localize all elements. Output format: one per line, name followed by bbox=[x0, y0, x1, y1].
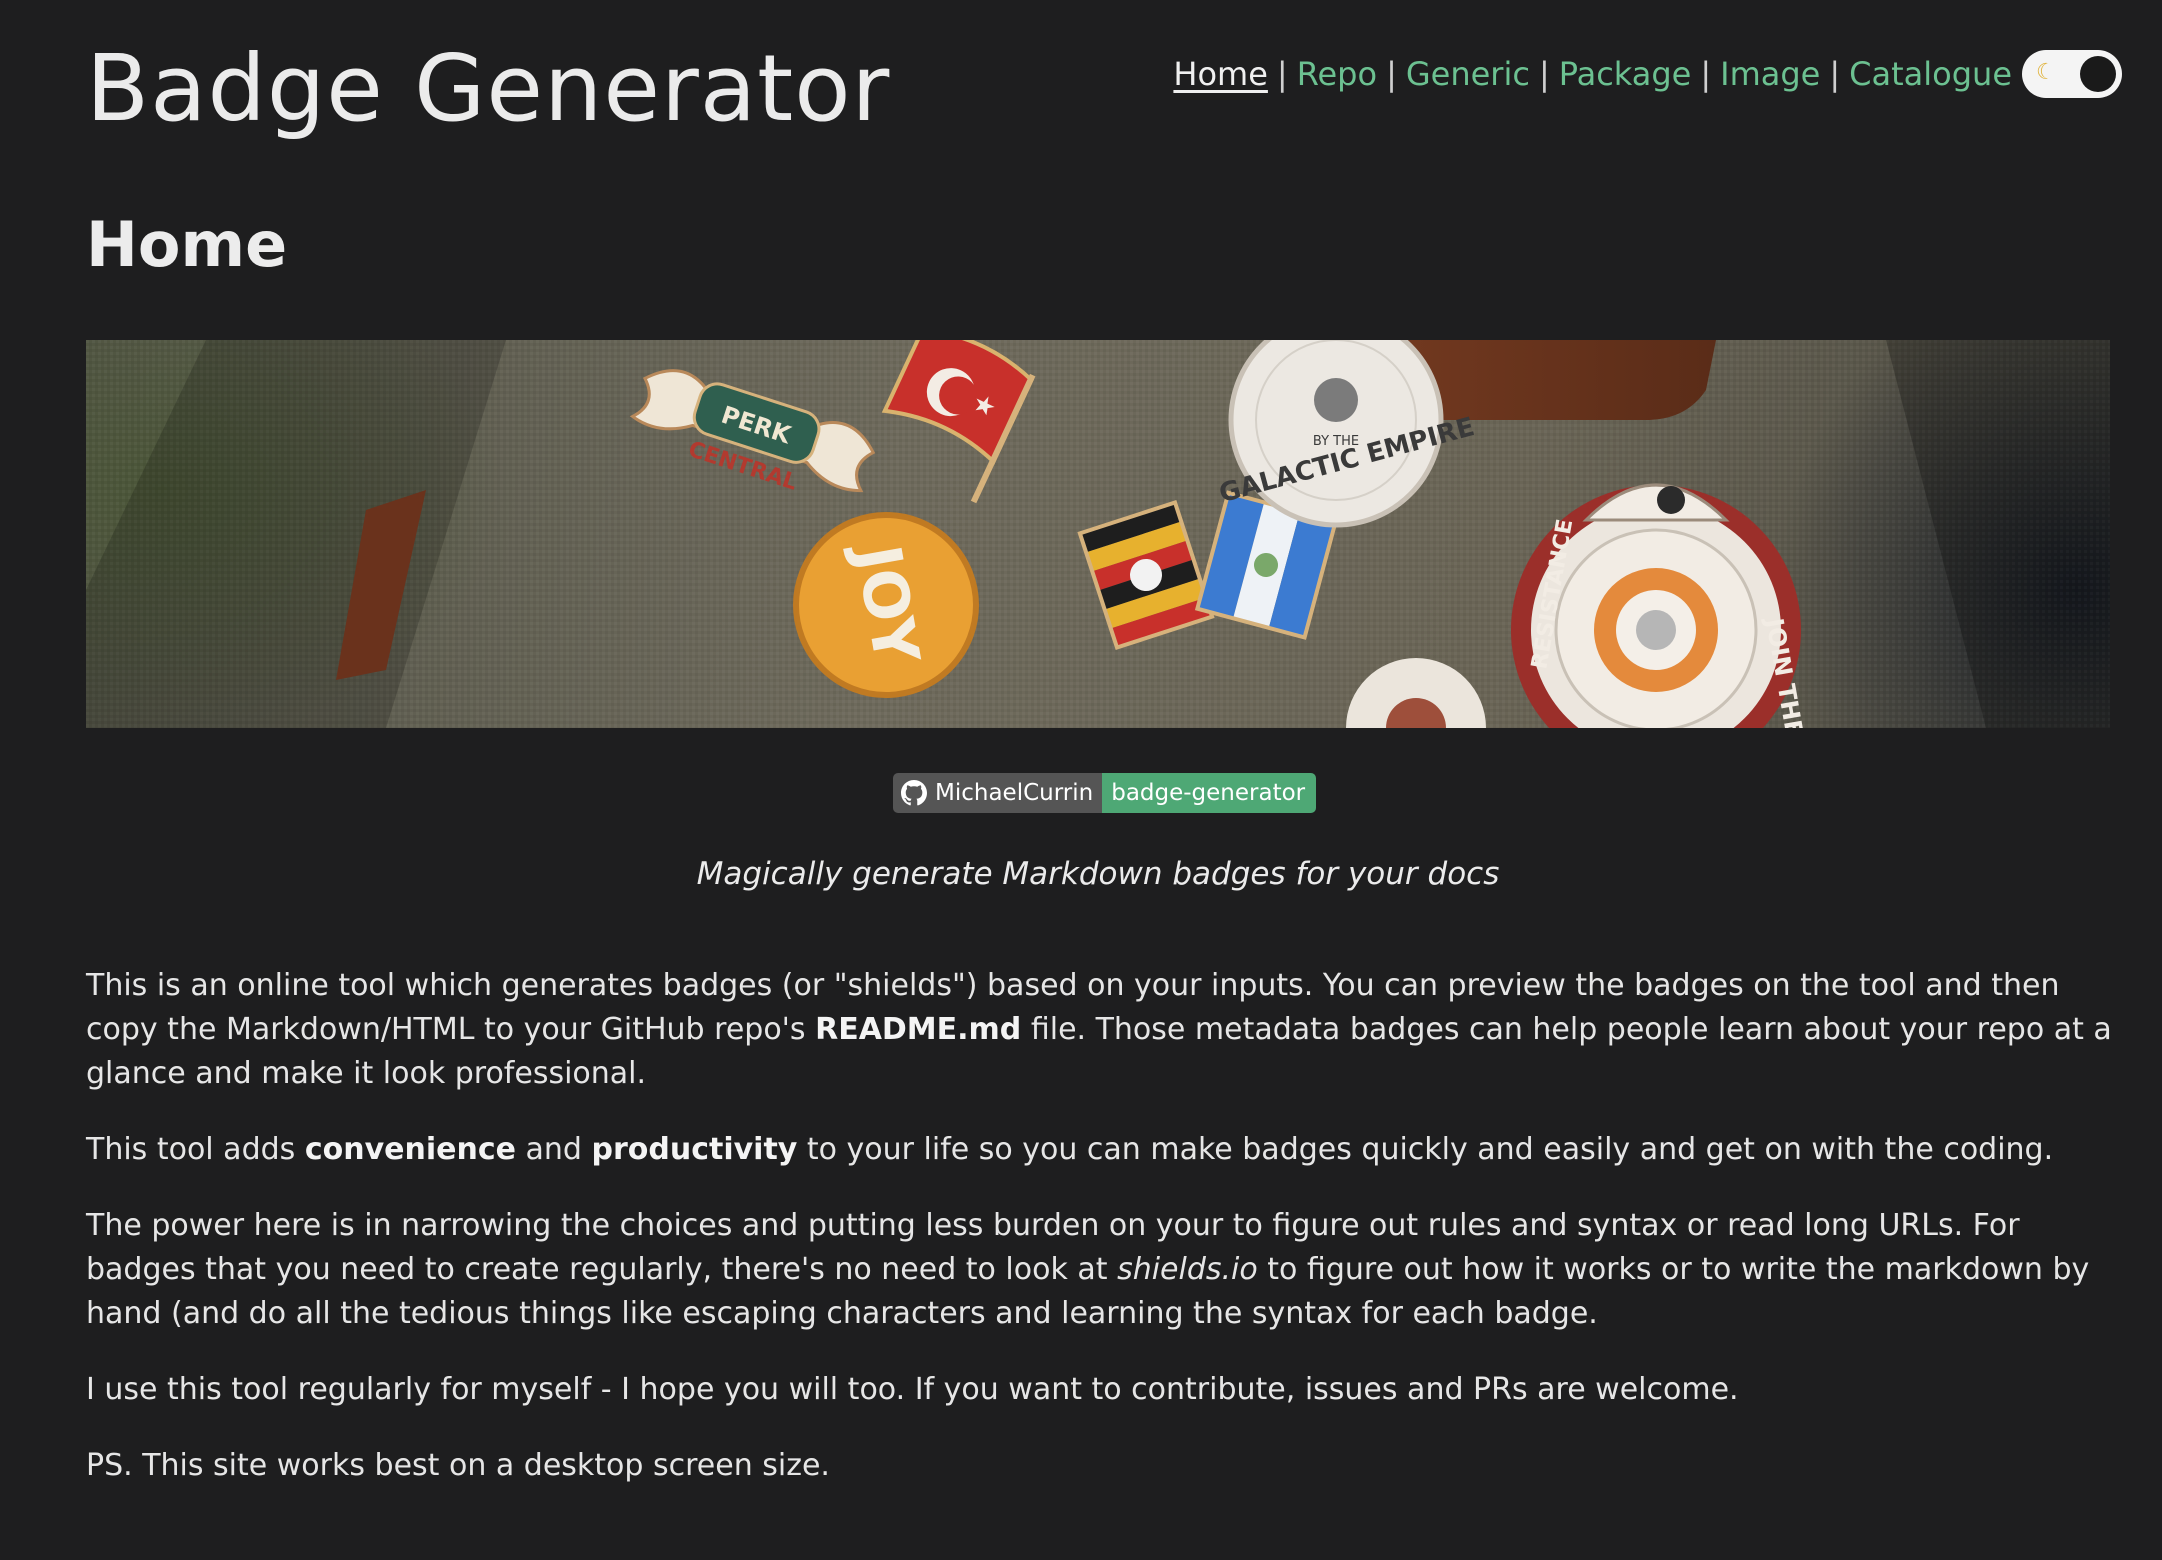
nav-link-generic[interactable]: Generic bbox=[1406, 55, 1530, 93]
intro-paragraph-4: I use this tool regularly for myself - I… bbox=[86, 1372, 1739, 1407]
intro-paragraph-2: This tool adds convenience and productiv… bbox=[86, 1128, 2126, 1172]
nav-link-repo[interactable]: Repo bbox=[1297, 55, 1377, 93]
banner-image: PERK CENTRAL JOY GALACTIC EMPIRE BY THE … bbox=[86, 340, 2110, 728]
svg-text:BY THE: BY THE bbox=[1313, 434, 1359, 449]
nav-separator: | bbox=[1538, 55, 1550, 93]
pin-joy-button: JOY bbox=[793, 512, 979, 698]
repo-badge-repo-label: badge-generator bbox=[1102, 773, 1317, 813]
intro-paragraph-3: The power here is in narrowing the choic… bbox=[86, 1204, 2126, 1336]
nav-separator: | bbox=[1386, 55, 1397, 93]
github-icon bbox=[901, 780, 927, 806]
theme-toggle[interactable]: ☾ bbox=[2022, 50, 2122, 98]
intro-content: This is an online tool which generates b… bbox=[86, 964, 2126, 1520]
nav-separator: | bbox=[1700, 55, 1712, 93]
nav-separator: | bbox=[1829, 55, 1841, 93]
repo-badge[interactable]: MichaelCurrin badge-generator bbox=[893, 773, 1317, 813]
nav-link-package[interactable]: Package bbox=[1559, 55, 1692, 93]
paragraph-text: This tool adds bbox=[86, 1132, 305, 1167]
page-heading: Home bbox=[86, 208, 288, 281]
repo-badge-owner-label: MichaelCurrin bbox=[935, 780, 1094, 806]
emphasis-productivity: productivity bbox=[591, 1132, 798, 1167]
nav-link-image[interactable]: Image bbox=[1720, 55, 1820, 93]
nav-link-catalogue[interactable]: Catalogue bbox=[1849, 55, 2012, 93]
nav-separator: | bbox=[1276, 55, 1288, 93]
paragraph-text: and bbox=[515, 1132, 592, 1167]
readme-filename: README.md bbox=[815, 1012, 1022, 1047]
intro-paragraph-5: PS. This site works best on a desktop sc… bbox=[86, 1448, 830, 1483]
intro-paragraph-1: This is an online tool which generates b… bbox=[86, 964, 2126, 1096]
shields-io-reference: shields.io bbox=[1117, 1252, 1258, 1287]
paragraph-text: to your life so you can make badges quic… bbox=[797, 1132, 2054, 1167]
emphasis-convenience: convenience bbox=[304, 1132, 516, 1167]
tagline: Magically generate Markdown badges for y… bbox=[696, 856, 1500, 892]
toggle-knob bbox=[2080, 56, 2116, 92]
site-title[interactable]: Badge Generator bbox=[86, 38, 890, 139]
moon-icon: ☾ bbox=[2036, 60, 2056, 85]
repo-badge-owner: MichaelCurrin bbox=[893, 773, 1103, 813]
nav-link-home[interactable]: Home bbox=[1173, 55, 1268, 93]
top-nav: Home | Repo | Generic | Package | Image … bbox=[1173, 50, 2122, 98]
